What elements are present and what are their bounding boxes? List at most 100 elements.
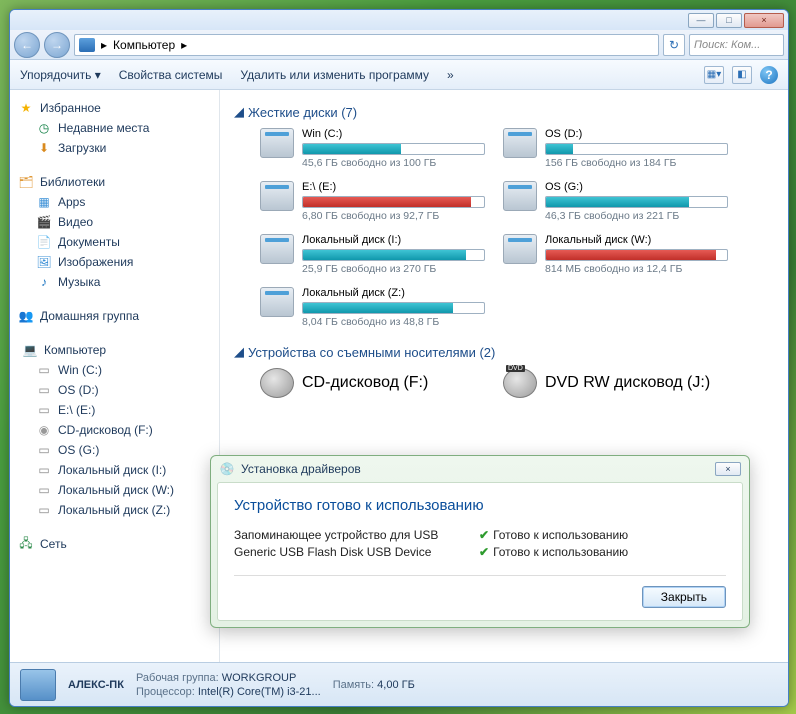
nav-bar: ← → ▸ Компьютер ▸ ↻ Поиск: Ком... — [10, 30, 788, 60]
drive-freespace: 25,9 ГБ свободно из 270 ГБ — [302, 263, 485, 275]
sidebar-drive-d[interactable]: ▭OS (D:) — [18, 380, 219, 400]
close-button[interactable]: × — [744, 13, 784, 28]
drive-item[interactable]: Локальный диск (Z:)8,04 ГБ свободно из 4… — [260, 287, 485, 328]
sidebar-drive-i[interactable]: ▭Локальный диск (I:) — [18, 460, 219, 480]
hdd-icon — [260, 128, 294, 158]
drive-item[interactable]: OS (D:)156 ГБ свободно из 184 ГБ — [503, 128, 728, 169]
search-input[interactable]: Поиск: Ком... — [689, 34, 784, 56]
computer-header[interactable]: 💻Компьютер — [18, 340, 219, 360]
removable-item[interactable]: DVD RW дисковод (J:) — [503, 368, 728, 398]
drive-name: Локальный диск (I:) — [302, 234, 485, 246]
sidebar-documents[interactable]: 📄Документы — [18, 232, 219, 252]
sidebar-videos[interactable]: 🎬Видео — [18, 212, 219, 232]
hdd-icon — [260, 181, 294, 211]
maximize-button[interactable]: □ — [716, 13, 742, 28]
drive-name: Win (C:) — [302, 128, 485, 140]
drive-name: OS (D:) — [545, 128, 728, 140]
organize-menu[interactable]: Упорядочить ▾ — [20, 68, 101, 82]
hdd-icon — [260, 234, 294, 264]
hard-drives-header[interactable]: ◢ Жесткие диски (7) — [234, 104, 774, 120]
documents-icon: 📄 — [36, 234, 52, 250]
view-options-button[interactable]: ▦▾ — [704, 66, 724, 84]
driver-status-row: Generic USB Flash Disk USB Device✔Готово… — [234, 545, 726, 559]
drive-item[interactable]: OS (G:)46,3 ГБ свободно из 221 ГБ — [503, 181, 728, 222]
breadcrumb-sep: ▸ — [101, 38, 107, 52]
sidebar-pictures[interactable]: 🖼Изображения — [18, 252, 219, 272]
breadcrumb-sep: ▸ — [181, 38, 187, 52]
usage-bar — [545, 196, 728, 208]
drive-freespace: 45,6 ГБ свободно из 100 ГБ — [302, 157, 485, 169]
drive-freespace: 814 МБ свободно из 12,4 ГБ — [545, 263, 728, 275]
device-name: Запоминающее устройство для USB — [234, 528, 479, 542]
check-icon: ✔ — [479, 528, 489, 542]
drive-item[interactable]: E:\ (E:) 6,80 ГБ свободно из 92,7 ГБ — [260, 181, 485, 222]
hdd-icon — [503, 181, 537, 211]
sidebar: ★Избранное ◷Недавние места ⬇Загрузки 🗂Би… — [10, 90, 220, 662]
toolbar: Упорядочить ▾ Свойства системы Удалить и… — [10, 60, 788, 90]
refresh-button[interactable]: ↻ — [663, 34, 685, 56]
preview-pane-button[interactable]: ◧ — [732, 66, 752, 84]
usage-bar — [302, 196, 485, 208]
drive-icon: ▭ — [36, 502, 52, 518]
drive-icon: ▭ — [36, 382, 52, 398]
pictures-icon: 🖼 — [36, 254, 52, 270]
sidebar-drive-f[interactable]: ◉CD-дисковод (F:) — [18, 420, 219, 440]
sidebar-apps[interactable]: ▦Apps — [18, 192, 219, 212]
drive-name: E:\ (E:) — [302, 181, 485, 193]
music-icon: ♪ — [36, 274, 52, 290]
sidebar-drive-c[interactable]: ▭Win (C:) — [18, 360, 219, 380]
system-properties[interactable]: Свойства системы — [119, 68, 223, 82]
drive-icon: ▭ — [36, 462, 52, 478]
hdd-icon — [503, 234, 537, 264]
homegroup-header[interactable]: 👥Домашняя группа — [18, 306, 219, 326]
drive-name: Локальный диск (Z:) — [302, 287, 485, 299]
drive-freespace: 6,80 ГБ свободно из 92,7 ГБ — [302, 210, 485, 222]
hdd-icon — [503, 128, 537, 158]
hdd-icon — [260, 287, 294, 317]
sidebar-recent-places[interactable]: ◷Недавние места — [18, 118, 219, 138]
computer-icon — [79, 38, 95, 52]
usage-bar — [302, 143, 485, 155]
sidebar-music[interactable]: ♪Музыка — [18, 272, 219, 292]
drive-name: Локальный диск (W:) — [545, 234, 728, 246]
drive-icon: ▭ — [36, 362, 52, 378]
drive-freespace: 46,3 ГБ свободно из 221 ГБ — [545, 210, 728, 222]
breadcrumb-item[interactable]: Компьютер — [113, 38, 175, 52]
network-header[interactable]: 🖧Сеть — [18, 534, 219, 554]
help-button[interactable]: ? — [760, 66, 778, 84]
toolbar-overflow[interactable]: » — [447, 68, 454, 82]
popup-heading: Устройство готово к использованию — [234, 497, 726, 514]
sidebar-downloads[interactable]: ⬇Загрузки — [18, 138, 219, 158]
titlebar: — □ × — [10, 10, 788, 30]
back-button[interactable]: ← — [14, 32, 40, 58]
drive-item[interactable]: Win (C:) 45,6 ГБ свободно из 100 ГБ — [260, 128, 485, 169]
processor-label: Процессор: — [136, 686, 195, 698]
workgroup-label: Рабочая группа: — [136, 672, 219, 684]
sidebar-drive-w[interactable]: ▭Локальный диск (W:) — [18, 480, 219, 500]
uninstall-change-program[interactable]: Удалить или изменить программу — [240, 68, 429, 82]
recent-icon: ◷ — [36, 120, 52, 136]
libraries-header[interactable]: 🗂Библиотеки — [18, 172, 219, 192]
favorites-header[interactable]: ★Избранное — [18, 98, 219, 118]
sidebar-drive-z[interactable]: ▭Локальный диск (Z:) — [18, 500, 219, 520]
drive-item[interactable]: Локальный диск (W:) 814 МБ свободно из 12… — [503, 234, 728, 275]
usage-bar — [302, 249, 485, 261]
sidebar-drive-e[interactable]: ▭E:\ (E:) — [18, 400, 219, 420]
removable-item[interactable]: CD-дисковод (F:) — [260, 368, 485, 398]
installer-icon: 💿 — [219, 461, 235, 477]
minimize-button[interactable]: — — [688, 13, 714, 28]
drive-icon: ▭ — [36, 482, 52, 498]
popup-close-action[interactable]: Закрыть — [642, 586, 726, 608]
popup-title: Установка драйверов — [241, 462, 361, 476]
device-name: Generic USB Flash Disk USB Device — [234, 545, 479, 559]
network-icon: 🖧 — [18, 536, 34, 552]
popup-close-button[interactable]: × — [715, 462, 741, 476]
drive-item[interactable]: Локальный диск (I:) 25,9 ГБ свободно из 2… — [260, 234, 485, 275]
driver-status-row: Запоминающее устройство для USB✔Готово к… — [234, 528, 726, 542]
removable-header[interactable]: ◢ Устройства со съемными носителями (2) — [234, 344, 774, 360]
sidebar-drive-g[interactable]: ▭OS (G:) — [18, 440, 219, 460]
breadcrumb[interactable]: ▸ Компьютер ▸ — [74, 34, 659, 56]
drive-icon: ▭ — [36, 402, 52, 418]
homegroup-icon: 👥 — [18, 308, 34, 324]
forward-button[interactable]: → — [44, 32, 70, 58]
